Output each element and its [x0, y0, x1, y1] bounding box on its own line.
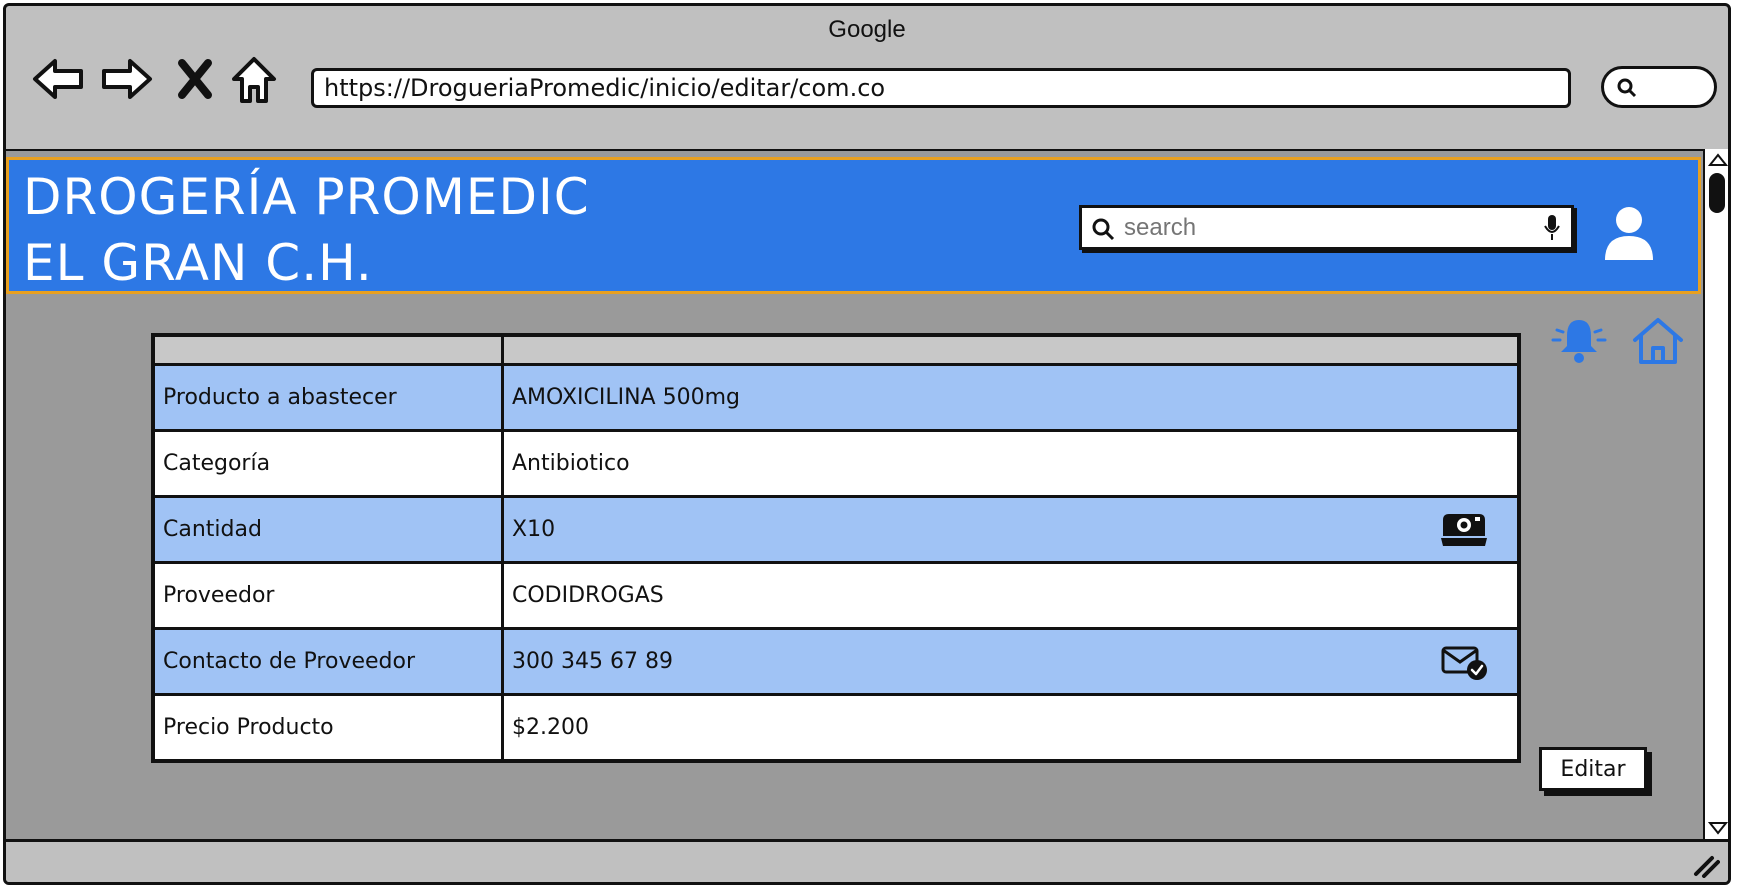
address-bar[interactable]: https://DrogueriaPromedic/inicio/editar/… [311, 68, 1571, 108]
notification-bell-icon[interactable] [1551, 316, 1607, 364]
camera-icon[interactable] [1439, 510, 1489, 550]
row-value-text: Antibiotico [512, 451, 630, 476]
row-label: Proveedor [151, 561, 504, 630]
row-value-text: 300 345 67 89 [512, 649, 673, 674]
window-title: Google [828, 16, 906, 43]
search-icon [1617, 78, 1637, 98]
row-label: Precio Producto [151, 693, 504, 763]
row-value-text: $2.200 [512, 715, 589, 740]
table-row: Categoría Antibiotico [151, 429, 1521, 498]
edit-button[interactable]: Editar [1539, 747, 1647, 791]
row-value[interactable]: $2.200 [501, 693, 1521, 763]
scroll-thumb[interactable] [1709, 173, 1725, 213]
row-value[interactable]: CODIDROGAS [501, 561, 1521, 630]
row-value[interactable]: Antibiotico [501, 429, 1521, 498]
user-avatar-icon[interactable] [1599, 202, 1659, 262]
product-table: Producto a abastecer AMOXICILINA 500mg C… [151, 333, 1521, 763]
row-value[interactable]: 300 345 67 89 [501, 627, 1521, 696]
scroll-down-arrow-icon[interactable] [1707, 819, 1729, 837]
microphone-icon[interactable] [1543, 214, 1561, 242]
brand-line-1: DROGERÍA PROMEDIC [23, 168, 590, 226]
search-input[interactable] [1122, 212, 1526, 244]
back-icon[interactable] [31, 51, 87, 107]
table-row: Cantidad X10 [151, 495, 1521, 564]
table-row: Contacto de Proveedor 300 345 67 89 [151, 627, 1521, 696]
site-search-box[interactable] [1079, 205, 1574, 250]
table-header-cell [151, 333, 504, 366]
row-value-text: X10 [512, 517, 556, 542]
row-value-text: CODIDROGAS [512, 583, 664, 608]
home-nav-icon[interactable] [230, 51, 278, 107]
home-icon[interactable] [1631, 316, 1685, 366]
table-row: Precio Producto $2.200 [151, 693, 1521, 763]
row-label: Producto a abastecer [151, 363, 504, 432]
table-row: Proveedor CODIDROGAS [151, 561, 1521, 630]
vertical-scrollbar[interactable] [1703, 149, 1729, 839]
search-icon [1092, 218, 1115, 241]
row-label: Contacto de Proveedor [151, 627, 504, 696]
row-value-text: AMOXICILINA 500mg [512, 385, 740, 410]
mail-check-icon[interactable] [1439, 642, 1489, 682]
forward-icon[interactable] [98, 51, 154, 107]
page-viewport: DROGERÍA PROMEDIC EL GRAN C.H. search Pr… [6, 149, 1703, 839]
browser-window: Google https://DrogueriaPromedic/inicio/… [3, 3, 1731, 885]
browser-search-box[interactable] [1601, 66, 1717, 108]
row-label: Categoría [151, 429, 504, 498]
scroll-up-arrow-icon[interactable] [1707, 151, 1729, 169]
row-value[interactable]: X10 [501, 495, 1521, 564]
site-header: DROGERÍA PROMEDIC EL GRAN C.H. [6, 157, 1701, 294]
brand-title: DROGERÍA PROMEDIC EL GRAN C.H. [23, 164, 590, 296]
row-value[interactable]: AMOXICILINA 500mg [501, 363, 1521, 432]
status-bar [6, 839, 1728, 882]
table-row: Producto a abastecer AMOXICILINA 500mg [151, 363, 1521, 432]
row-label: Cantidad [151, 495, 504, 564]
brand-line-2: EL GRAN C.H. [23, 234, 373, 292]
table-header-row [151, 333, 1521, 366]
table-header-cell [501, 333, 1521, 366]
stop-icon[interactable] [174, 51, 216, 107]
resize-grip-icon[interactable] [1690, 848, 1720, 878]
